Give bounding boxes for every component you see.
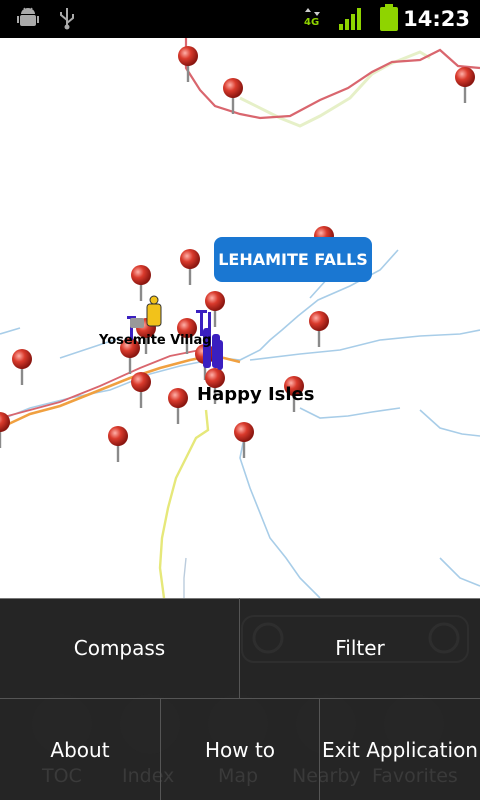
road-red [184,38,480,120]
trail-yellow [158,409,210,598]
signal-icon [339,8,361,30]
usb-icon [60,8,74,30]
status-bar: 4G 14:23 [0,0,480,38]
menu-item-how-to[interactable]: How to [161,699,319,800]
menu-item-exit-application[interactable]: Exit Application [320,699,480,800]
clock: 14:23 [403,7,470,31]
map-view[interactable]: Yosemite Village Happy Isles LEHAMITE FA… [0,38,480,598]
battery-icon [380,4,398,31]
map-canvas[interactable] [0,38,480,598]
place-callout[interactable]: LEHAMITE FALLS [214,237,372,282]
place-label-happy-isles: Happy Isles [197,384,315,405]
map-pins[interactable] [0,44,477,598]
menu-item-about[interactable]: About [0,699,160,800]
network-4g-icon: 4G [304,8,324,32]
menu-item-filter[interactable]: Filter [240,598,480,698]
place-label-yosemite-village: Yosemite Village [99,333,211,348]
android-debug-icon [17,7,39,26]
network-type-label: 4G [304,17,320,28]
trail-grey [183,557,187,598]
menu-item-compass[interactable]: Compass [0,598,239,698]
options-menu: TOC Index Map Nearby Favorites Compass F… [0,598,480,800]
trail-line [239,50,431,128]
